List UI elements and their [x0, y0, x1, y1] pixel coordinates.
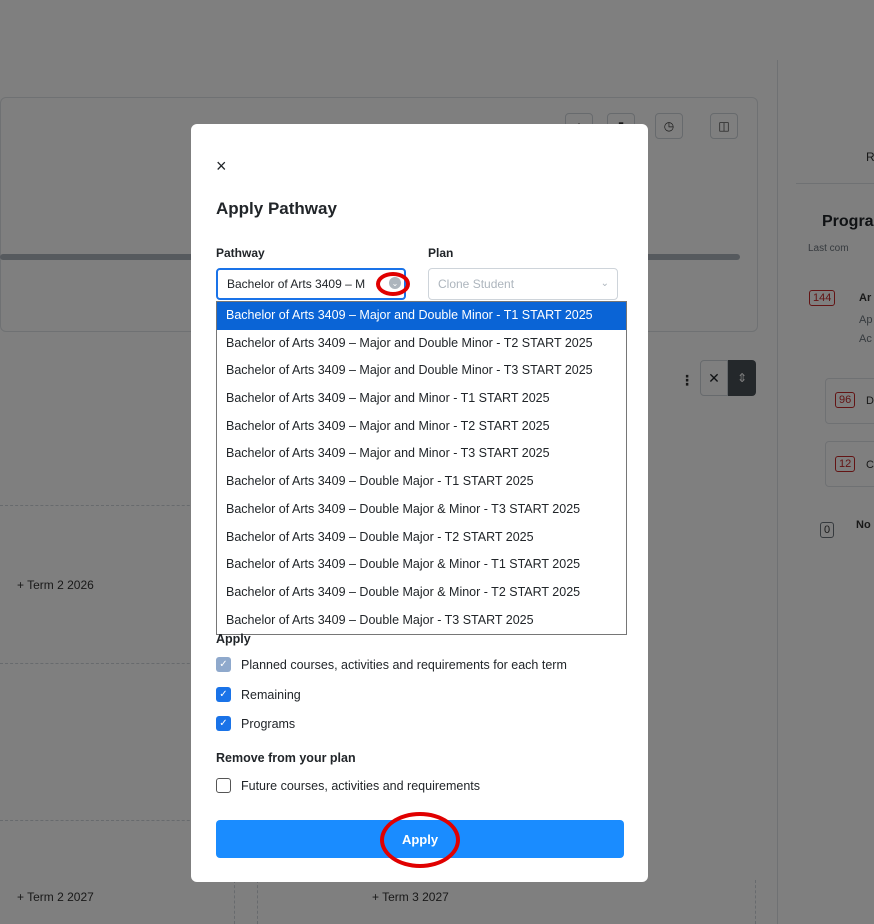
check-icon[interactable]: ✓ [216, 657, 231, 672]
pathway-label: Pathway [216, 246, 265, 260]
apply-button-label: Apply [401, 831, 439, 847]
close-icon[interactable]: × [216, 156, 227, 176]
future-courses-checkbox-row[interactable]: Future courses, activities and requireme… [216, 778, 480, 793]
pathway-option[interactable]: Bachelor of Arts 3409 – Major and Double… [217, 357, 626, 385]
pathway-option[interactable]: Bachelor of Arts 3409 – Major and Double… [217, 302, 626, 330]
pathway-option[interactable]: Bachelor of Arts 3409 – Double Major & M… [217, 496, 626, 524]
pathway-option[interactable]: Bachelor of Arts 3409 – Double Major - T… [217, 468, 626, 496]
pathway-select-value: Bachelor of Arts 3409 – M [227, 277, 366, 291]
chevron-down-icon[interactable]: ⌄ [389, 277, 401, 289]
plan-select[interactable]: Clone Student ⌄ [428, 268, 618, 300]
remaining-checkbox-row[interactable]: ✓ Remaining [216, 687, 301, 702]
programs-checkbox-row[interactable]: ✓ Programs [216, 716, 295, 731]
pathway-option[interactable]: Bachelor of Arts 3409 – Major and Minor … [217, 385, 626, 413]
checkbox-unchecked[interactable] [216, 778, 231, 793]
check-icon[interactable]: ✓ [216, 687, 231, 702]
remove-section-label: Remove from your plan [216, 751, 356, 765]
checkbox-label: Planned courses, activities and requirem… [241, 657, 567, 672]
pathway-dropdown-list: Bachelor of Arts 3409 – Major and Double… [216, 301, 627, 635]
checkbox-label: Remaining [241, 687, 301, 702]
apply-button[interactable]: Apply [216, 820, 624, 858]
pathway-option[interactable]: Bachelor of Arts 3409 – Major and Minor … [217, 413, 626, 441]
chevron-down-icon: ⌄ [600, 278, 609, 289]
pathway-select[interactable]: Bachelor of Arts 3409 – M [216, 268, 406, 300]
pathway-option[interactable]: Bachelor of Arts 3409 – Double Major - T… [217, 607, 626, 635]
pathway-option[interactable]: Bachelor of Arts 3409 – Double Major - T… [217, 524, 626, 552]
checkbox-label: Programs [241, 716, 296, 731]
pathway-option[interactable]: Bachelor of Arts 3409 – Major and Minor … [217, 440, 626, 468]
check-icon[interactable]: ✓ [216, 716, 231, 731]
pathway-option[interactable]: Bachelor of Arts 3409 – Major and Double… [217, 330, 626, 358]
plan-label: Plan [428, 246, 454, 260]
pathway-option[interactable]: Bachelor of Arts 3409 – Double Major & M… [217, 551, 626, 579]
planned-courses-checkbox-row[interactable]: ✓ Planned courses, activities and requir… [216, 657, 567, 672]
apply-section-label: Apply [216, 632, 251, 646]
modal-title: Apply Pathway [216, 199, 337, 218]
plan-select-placeholder: Clone Student [438, 277, 515, 291]
checkbox-label: Future courses, activities and requireme… [241, 778, 480, 793]
pathway-option[interactable]: Bachelor of Arts 3409 – Double Major & M… [217, 579, 626, 607]
